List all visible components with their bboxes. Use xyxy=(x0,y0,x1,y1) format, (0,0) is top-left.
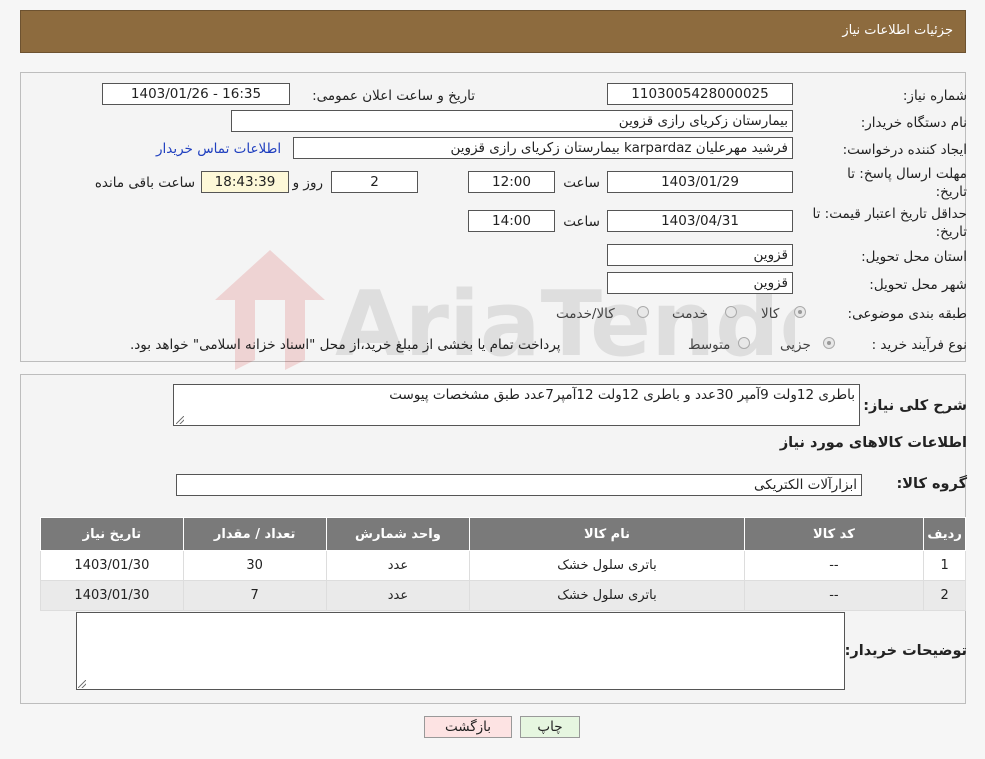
col-row-number: ردیف xyxy=(923,517,966,551)
cell-unit: عدد xyxy=(325,550,471,581)
goods-group-label: گروه کالا: xyxy=(896,476,967,492)
buyer-org-field: بیمارستان زکریای رازی قزوین xyxy=(231,110,793,132)
validity-label: حداقل تاریخ اعتبار قیمت: تا xyxy=(812,206,967,222)
province-label: استان محل تحویل: xyxy=(861,249,967,265)
validity-label-date: تاریخ: xyxy=(935,224,967,240)
col-need-date: تاریخ نیاز xyxy=(40,517,184,551)
deadline-date-field: 1403/01/29 xyxy=(607,171,793,193)
days-label: روز و xyxy=(292,175,323,191)
category-option-service: خدمت xyxy=(672,306,708,322)
cell-goods-code: -- xyxy=(743,550,925,581)
deadline-time-field: 12:00 xyxy=(468,171,555,193)
cell-quantity: 7 xyxy=(182,580,327,611)
cell-goods-code: -- xyxy=(743,580,925,611)
print-button[interactable]: چاپ xyxy=(520,716,580,738)
buyer-notes-field[interactable] xyxy=(76,612,845,690)
process-option-medium: متوسط xyxy=(688,337,731,353)
cell-need-date: 1403/01/30 xyxy=(40,550,184,581)
buyer-org-label: نام دستگاه خریدار: xyxy=(860,115,967,131)
deadline-label-date: تاریخ: xyxy=(935,184,967,200)
description-resize-handle[interactable] xyxy=(176,416,184,424)
items-table: ردیف کد کالا نام کالا واحد شمارش تعداد /… xyxy=(40,517,966,611)
cell-unit: عدد xyxy=(325,580,471,611)
announce-datetime-label: تاریخ و ساعت اعلان عمومی: xyxy=(312,88,475,104)
announce-datetime-field: 1403/01/26 - 16:35 xyxy=(102,83,290,105)
validity-time-field: 14:00 xyxy=(468,210,555,232)
category-radio-goods-service[interactable] xyxy=(637,306,649,318)
col-goods-code: کد کالا xyxy=(743,517,925,551)
days-field: 2 xyxy=(331,171,418,193)
back-button[interactable]: بازگشت xyxy=(424,716,512,738)
items-table-header: ردیف کد کالا نام کالا واحد شمارش تعداد /… xyxy=(40,517,966,551)
province-field: قزوین xyxy=(607,244,793,266)
cell-goods-name: باتری سلول خشک xyxy=(469,580,745,611)
items-section-title: اطلاعات کالاهای مورد نیاز xyxy=(779,435,967,451)
page-title: جزئیات اطلاعات نیاز xyxy=(842,23,953,38)
category-option-goods-service: کالا/خدمت xyxy=(556,306,615,322)
process-option-minor: جزیی xyxy=(780,337,811,353)
goods-group-field: ابزارآلات الکتریکی xyxy=(176,474,862,496)
cell-row-number: 1 xyxy=(923,550,966,581)
deadline-time-label: ساعت xyxy=(563,175,600,191)
cell-goods-name: باتری سلول خشک xyxy=(469,550,745,581)
cell-quantity: 30 xyxy=(182,550,327,581)
validity-date-field: 1403/04/31 xyxy=(607,210,793,232)
category-radio-goods[interactable] xyxy=(794,306,806,318)
category-label: طبقه بندی موضوعی: xyxy=(847,306,967,322)
cell-need-date: 1403/01/30 xyxy=(40,580,184,611)
col-unit: واحد شمارش xyxy=(325,517,471,551)
need-number-field: 1103005428000025 xyxy=(607,83,793,105)
description-label: شرح کلی نیاز: xyxy=(863,398,967,414)
remaining-label: ساعت باقی مانده xyxy=(94,175,195,191)
creator-label: ایجاد کننده درخواست: xyxy=(842,142,967,158)
page-header: جزئیات اطلاعات نیاز xyxy=(20,10,966,53)
process-radio-medium[interactable] xyxy=(738,337,750,349)
validity-time-label: ساعت xyxy=(563,214,600,230)
process-note: پرداخت تمام یا بخشی از مبلغ خرید،از محل … xyxy=(130,337,561,353)
creator-field: فرشید مهرعلیان karpardaz بیمارستان زکریا… xyxy=(293,137,793,159)
cell-row-number: 2 xyxy=(923,580,966,611)
col-goods-name: نام کالا xyxy=(469,517,745,551)
buyer-notes-resize-handle[interactable] xyxy=(78,680,86,688)
process-radio-minor[interactable] xyxy=(823,337,835,349)
city-field: قزوین xyxy=(607,272,793,294)
table-row: 2 -- باتری سلول خشک عدد 7 1403/01/30 xyxy=(40,580,966,611)
process-label: نوع فرآیند خرید : xyxy=(871,337,967,353)
remaining-time-field: 18:43:39 xyxy=(201,171,289,193)
col-quantity: تعداد / مقدار xyxy=(182,517,327,551)
description-text: باطری 12ولت 9آمپر 30عدد و باطری 12ولت 12… xyxy=(389,387,855,403)
city-label: شهر محل تحویل: xyxy=(869,277,967,293)
category-option-goods: کالا xyxy=(761,306,780,322)
description-field: باطری 12ولت 9آمپر 30عدد و باطری 12ولت 12… xyxy=(173,384,860,426)
buyer-contact-link[interactable]: اطلاعات تماس خریدار xyxy=(156,141,281,157)
category-radio-service[interactable] xyxy=(725,306,737,318)
need-number-label: شماره نیاز: xyxy=(902,88,967,104)
table-row: 1 -- باتری سلول خشک عدد 30 1403/01/30 xyxy=(40,550,966,581)
deadline-label: مهلت ارسال پاسخ: تا xyxy=(847,166,967,182)
buyer-notes-label: توضیحات خریدار: xyxy=(844,643,967,659)
